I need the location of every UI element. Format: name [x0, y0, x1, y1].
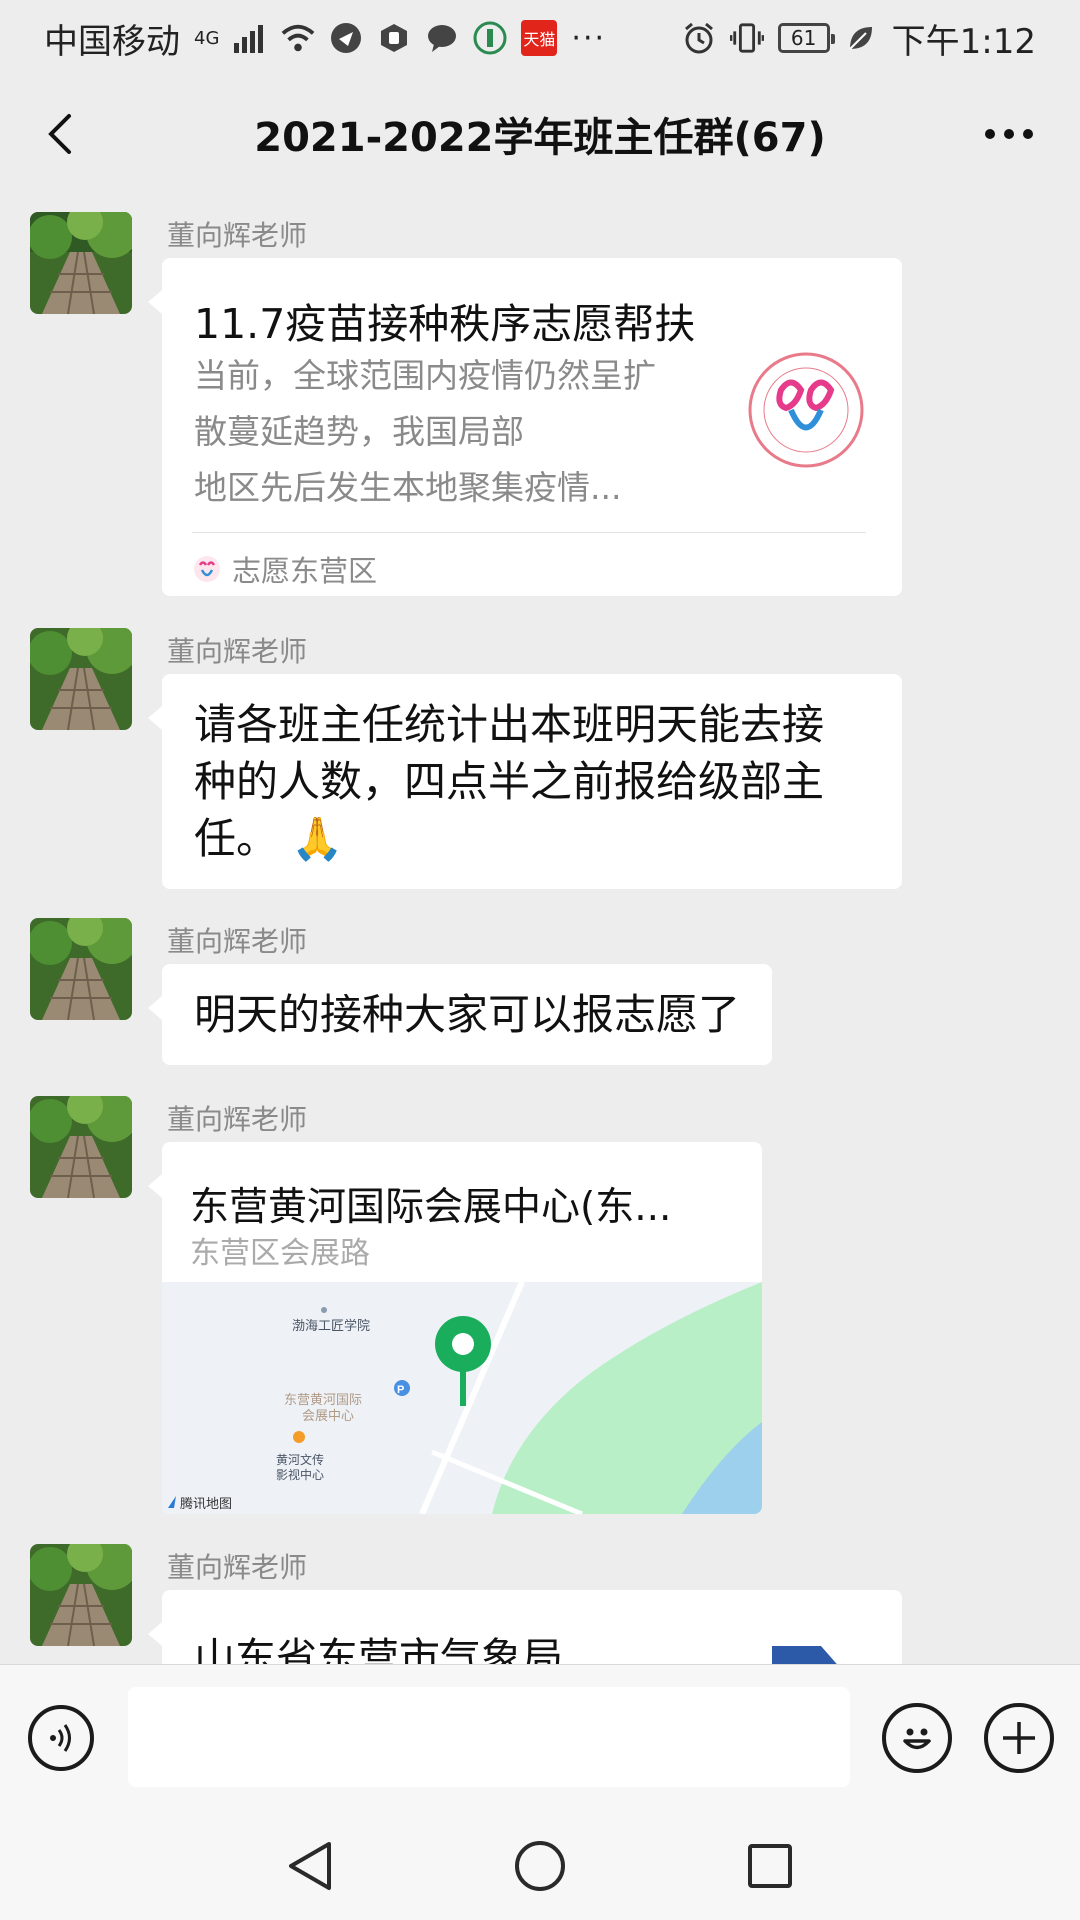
chat-header: 2021-2022学年班主任群(67): [0, 76, 1080, 192]
card-description-line: 地区先后发生本地聚集疫情...: [194, 468, 622, 507]
more-button[interactable]: [974, 104, 1044, 164]
map-parking-label: P: [397, 1384, 404, 1396]
leaf-icon: [844, 21, 878, 55]
card-description-line: 当前，全球范围内疫情仍然呈扩: [194, 356, 656, 395]
more-notifications: ···: [571, 20, 607, 56]
message-list[interactable]: 董向辉老师 11.7疫苗接种秩序志愿帮扶 当前，全球范围内疫情仍然呈扩 散蔓延趋…: [0, 192, 1080, 1664]
message-line-text: 任。: [194, 814, 279, 863]
app-icon: [329, 21, 363, 55]
voice-icon: [50, 1724, 71, 1752]
message-item: 董向辉老师 明天的接种大家可以报志愿了: [0, 918, 1080, 1078]
alarm-icon: [682, 21, 716, 55]
card-description-line: 散蔓延趋势，我国局部: [194, 412, 524, 451]
sender-name: 董向辉老师: [167, 925, 308, 958]
shield-icon: [377, 21, 411, 55]
avatar[interactable]: [30, 212, 132, 314]
status-bar-right: 61 下午1:12: [682, 14, 1036, 63]
emoji-button[interactable]: [882, 1703, 952, 1773]
avatar[interactable]: [30, 628, 132, 730]
clock: 下午1:12: [891, 21, 1036, 62]
nav-recents-icon: [748, 1844, 792, 1888]
message-item: 董向辉老师 请各班主任统计出本班明天能去接 种的人数，四点半之前报给级部主 任。…: [0, 628, 1080, 889]
system-nav-bar: [0, 1810, 1080, 1920]
message-item: 董向辉老师 11.7疫苗接种秩序志愿帮扶 当前，全球范围内疫情仍然呈扩 散蔓延趋…: [0, 212, 1080, 602]
card-source: 志愿东营区: [192, 548, 377, 590]
text-bubble[interactable]: 明天的接种大家可以报志愿了: [147, 964, 773, 1065]
card-title: 山东省东营市气象局: [194, 1634, 563, 1664]
battery-indicator: 61: [777, 23, 835, 53]
map-preview[interactable]: 渤海工匠学院 P 东营黄河国际 会展中心 黄河文传 影视中心 腾讯地图: [162, 1282, 762, 1514]
location-address: 东营区会展路: [190, 1236, 370, 1271]
document-thumbnail: [772, 1646, 842, 1664]
tmall-icon: 天猫: [521, 20, 558, 56]
carrier-name: 中国移动: [44, 21, 180, 62]
app-icon: [473, 21, 507, 55]
status-bar-left: 中国移动 4G 天猫 ···: [44, 14, 606, 63]
volunteer-logo: [746, 350, 866, 470]
nav-home-button[interactable]: [510, 1836, 570, 1896]
page-title: 2021-2022学年班主任群(67): [254, 115, 826, 161]
link-card[interactable]: 11.7疫苗接种秩序志愿帮扶 当前，全球范围内疫情仍然呈扩 散蔓延趋势，我国局部…: [148, 258, 902, 596]
chevron-left-icon: [48, 114, 71, 154]
avatar[interactable]: [30, 918, 132, 1020]
nav-back-icon: [289, 1842, 331, 1890]
card-title: 11.7疫苗接种秩序志愿帮扶: [194, 300, 696, 348]
sender-name: 董向辉老师: [167, 635, 308, 668]
source-logo-icon: [194, 556, 220, 582]
map-label-place3-line2: 影视中心: [276, 1467, 324, 1482]
network-type: 4G: [194, 27, 220, 49]
status-bar: 中国移动 4G 天猫 ··· 61 下午1:12: [0, 0, 1080, 76]
sender-name: 董向辉老师: [167, 219, 308, 252]
location-card[interactable]: 东营黄河国际会展中心(东... 东营区会展路 渤海工匠学院 P 东营黄河国际 会…: [148, 1142, 762, 1514]
sender-name: 董向辉老师: [167, 1103, 308, 1136]
text-bubble[interactable]: 请各班主任统计出本班明天能去接 种的人数，四点半之前报给级部主 任。 🙏: [148, 674, 902, 889]
source-name: 志愿东营区: [232, 554, 378, 588]
message-item: 董向辉老师 山东省东营市气象局: [0, 1544, 1080, 1664]
location-title: 东营黄河国际会展中心(东...: [190, 1185, 672, 1230]
card-description: 当前，全球范围内疫情仍然呈扩 散蔓延趋势，我国局部 地区先后发生本地聚集疫情..…: [194, 348, 714, 516]
sender-name: 董向辉老师: [167, 1551, 308, 1584]
avatar[interactable]: [30, 1096, 132, 1198]
map-label-place1: 渤海工匠学院: [292, 1318, 370, 1333]
divider: [192, 532, 866, 533]
map-provider: 腾讯地图: [180, 1496, 232, 1511]
wifi-icon: [281, 21, 315, 55]
map-label-place2-line1: 东营黄河国际: [284, 1392, 362, 1407]
pray-emoji: 🙏: [291, 814, 344, 863]
nav-recents-button[interactable]: [740, 1836, 800, 1896]
message-line: 种的人数，四点半之前报给级部主: [194, 757, 825, 806]
plus-button[interactable]: [984, 1703, 1054, 1773]
message-line: 任。 🙏: [194, 810, 870, 867]
emoji-icon: [903, 1728, 931, 1750]
plus-icon: [1003, 1722, 1035, 1754]
message-input[interactable]: [128, 1687, 850, 1787]
message-line: 明天的接种大家可以报志愿了: [194, 990, 741, 1039]
chat-bubble-icon: [425, 21, 459, 55]
nav-home-icon: [515, 1841, 565, 1891]
signal-icon: [233, 21, 267, 55]
voice-button[interactable]: [28, 1705, 94, 1771]
map-label-place3-line1: 黄河文传: [276, 1452, 324, 1467]
message-item: 董向辉老师 东营黄河国际会展中心(东... 东营区会展路 渤海工匠学院 P 东营…: [0, 1096, 1080, 1526]
vibrate-icon: [729, 21, 764, 55]
back-button[interactable]: [30, 104, 90, 164]
link-card[interactable]: 山东省东营市气象局: [148, 1590, 902, 1664]
more-dots-icon: [985, 129, 1033, 139]
message-line: 请各班主任统计出本班明天能去接: [194, 700, 825, 749]
avatar[interactable]: [30, 1544, 132, 1646]
nav-back-button[interactable]: [280, 1836, 340, 1896]
map-label-place2-line2: 会展中心: [302, 1408, 354, 1423]
input-bar: [0, 1664, 1080, 1811]
